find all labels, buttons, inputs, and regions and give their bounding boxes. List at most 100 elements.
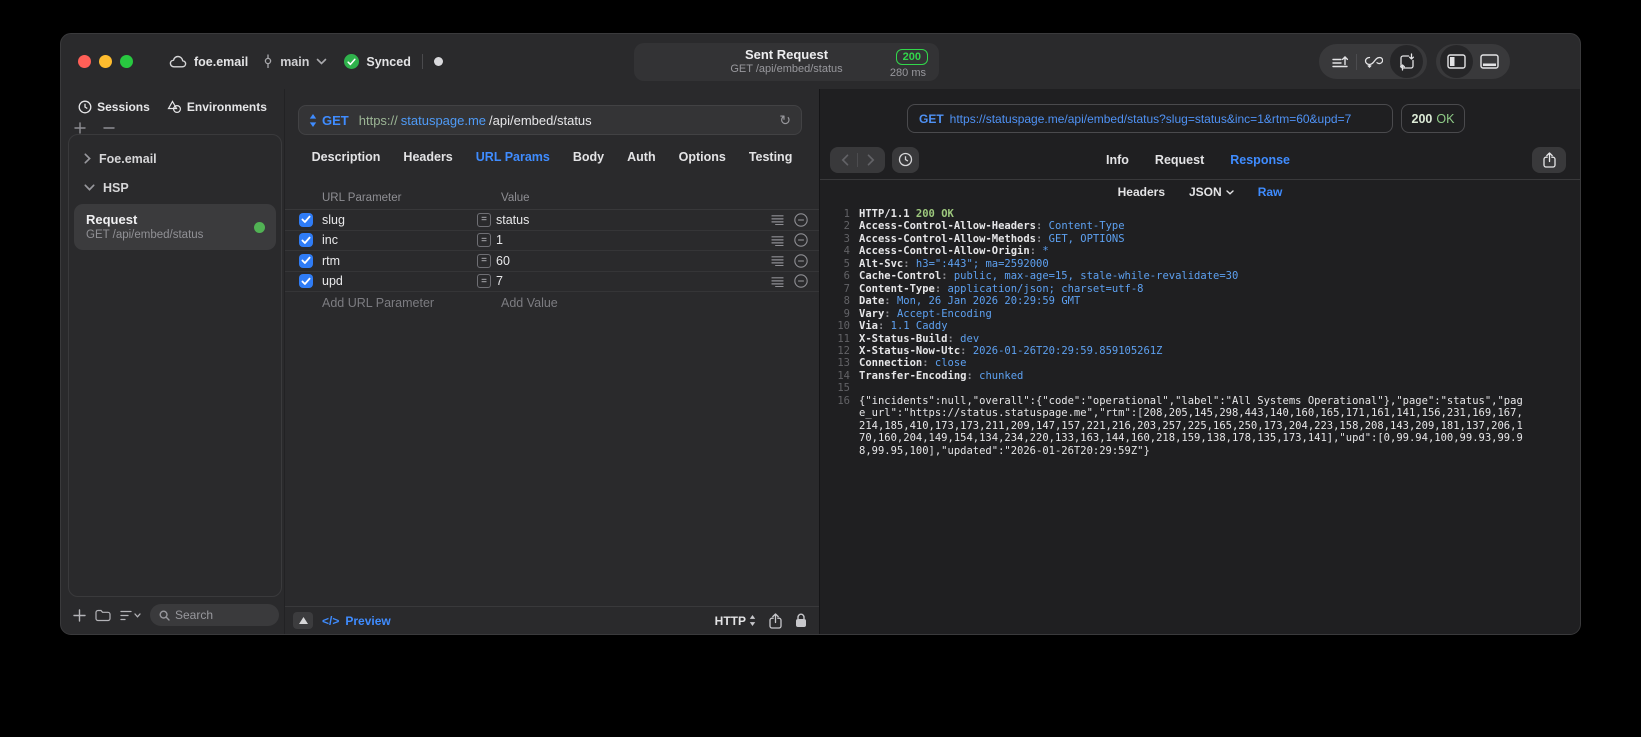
remove-row-icon[interactable] [794,233,808,247]
row-options-icon[interactable] [771,255,784,267]
tab-environments[interactable]: Environments [167,100,267,114]
unsaved-dot-icon [433,57,443,66]
header-value: public, max-age=15, stale-while-revalida… [953,270,1239,283]
param-row-inc: inc = 1 [285,231,819,251]
branch-name[interactable]: main [280,55,309,69]
subtab-label: JSON [1189,185,1222,199]
param-name-field[interactable]: upd [322,274,477,288]
request-method[interactable]: GET [322,113,349,128]
raw-response-body[interactable]: 1 HTTP/1.1 200 OK 2 Access-Control-Allow-He… [829,208,1576,634]
sync-status: Synced [366,54,411,69]
bottom-panel-toggle-icon[interactable] [1473,45,1506,78]
reload-icon[interactable]: ↻ [779,113,791,127]
request-list-item-selected[interactable]: Request GET /api/embed/status [74,204,276,250]
equals-icon: = [477,253,491,268]
status-protocol: HTTP/1.1 [859,208,916,220]
sync-check-icon [344,54,360,69]
search-placeholder: Search [175,608,214,622]
tree-item-foe-email[interactable]: Foe.email [69,144,281,173]
toolbar-group-actions [1319,44,1427,79]
param-name-field[interactable]: slug [322,213,477,227]
add-param-row[interactable]: Add URL Parameter Add Value [285,292,819,313]
subtab-label: Raw [1257,185,1283,199]
lock-icon[interactable] [795,613,807,628]
new-folder-icon[interactable] [95,609,111,622]
subtab-json[interactable]: JSON [1189,185,1234,199]
url-bar[interactable]: GET https://statuspage.me/api/embed/stat… [298,105,802,135]
tab-url-params[interactable]: URL Params [476,150,550,164]
param-checkbox[interactable] [299,212,313,227]
send-receive-icon[interactable] [1390,45,1423,78]
request-summary-pill[interactable]: Sent Request GET /api/embed/status 200 2… [634,43,939,81]
close-window-button[interactable] [78,55,91,68]
toolbar-group-panels [1436,44,1510,79]
header-colon: : [934,282,948,295]
code-line: 9 Vary: Accept-Encoding [829,308,1576,320]
tab-info[interactable]: Info [1106,153,1129,167]
project-name[interactable]: foe.email [194,55,248,69]
tab-headers[interactable]: Headers [403,150,452,164]
add-session-button[interactable] [74,122,86,134]
remove-row-icon[interactable] [794,274,808,288]
method-stepper-icon[interactable] [309,113,317,127]
tab-options[interactable]: Options [679,150,726,164]
remove-session-button[interactable] [103,122,115,134]
remove-row-icon[interactable] [794,254,808,268]
param-name-field[interactable]: inc [322,233,477,247]
left-sidebar-toggle-icon[interactable] [1440,45,1473,78]
import-list-icon[interactable] [1323,45,1356,78]
expand-panel-button[interactable] [293,612,313,629]
request-duration: 280 ms [889,67,926,80]
zoom-window-button[interactable] [120,55,133,68]
sent-request-line[interactable]: GET https://statuspage.me/api/embed/stat… [907,104,1393,133]
status-ok: 200 OK [915,208,954,220]
code-line: 10 Via: 1.1 Caddy [829,320,1576,332]
header-name: Transfer-Encoding [859,369,967,382]
tree-item-hsp[interactable]: HSP [69,173,281,202]
subtab-headers[interactable]: Headers [1118,185,1165,199]
protocol-select[interactable]: HTTP [715,614,756,628]
row-options-icon[interactable] [771,276,784,287]
header-value: Mon, 26 Jan 2026 20:29:59 GMT [896,295,1081,308]
add-value-placeholder[interactable]: Add Value [501,296,558,310]
header-name: Via [859,320,878,333]
rewrite-loop-icon[interactable] [1357,45,1390,78]
export-response-icon[interactable] [1532,146,1566,173]
subtab-raw[interactable]: Raw [1258,185,1283,199]
add-param-placeholder[interactable]: Add URL Parameter [322,296,477,310]
chevron-down-icon[interactable] [316,58,327,65]
preview-button[interactable]: </> Preview [322,614,391,628]
code-line: 11 X-Status-Build: dev [829,333,1576,345]
line-text: X-Status-Build: dev [859,333,979,345]
tab-testing[interactable]: Testing [749,150,793,164]
param-value-field[interactable]: 1 [496,233,761,247]
param-name-field[interactable]: rtm [322,254,477,268]
tab-sessions[interactable]: Sessions [78,100,150,114]
param-checkbox[interactable] [299,233,313,248]
param-value-field[interactable]: 7 [496,274,761,288]
row-options-icon[interactable] [771,235,784,246]
add-request-button[interactable] [73,608,86,622]
protocol-label: HTTP [714,613,746,628]
tab-request[interactable]: Request [1155,153,1204,167]
row-options-icon[interactable] [771,214,784,226]
param-value-field[interactable]: 60 [496,254,761,268]
line-number: 9 [843,307,850,320]
tab-description[interactable]: Description [312,150,381,164]
tab-auth[interactable]: Auth [627,150,655,164]
tab-body[interactable]: Body [573,150,604,164]
chevron-down-icon [84,184,95,191]
share-icon[interactable] [769,612,782,629]
minimize-window-button[interactable] [99,55,112,68]
param-checkbox[interactable] [299,253,313,268]
remove-row-icon[interactable] [794,213,808,227]
param-value-field[interactable]: status [496,213,761,227]
line-number: 1 [843,208,850,220]
line-number: 7 [843,282,850,295]
sort-order-icon[interactable] [120,610,141,621]
tab-response[interactable]: Response [1230,153,1290,167]
param-checkbox[interactable] [299,274,313,289]
line-number: 3 [843,232,850,245]
line-number: 6 [843,270,850,283]
search-input[interactable]: Search [150,604,279,626]
